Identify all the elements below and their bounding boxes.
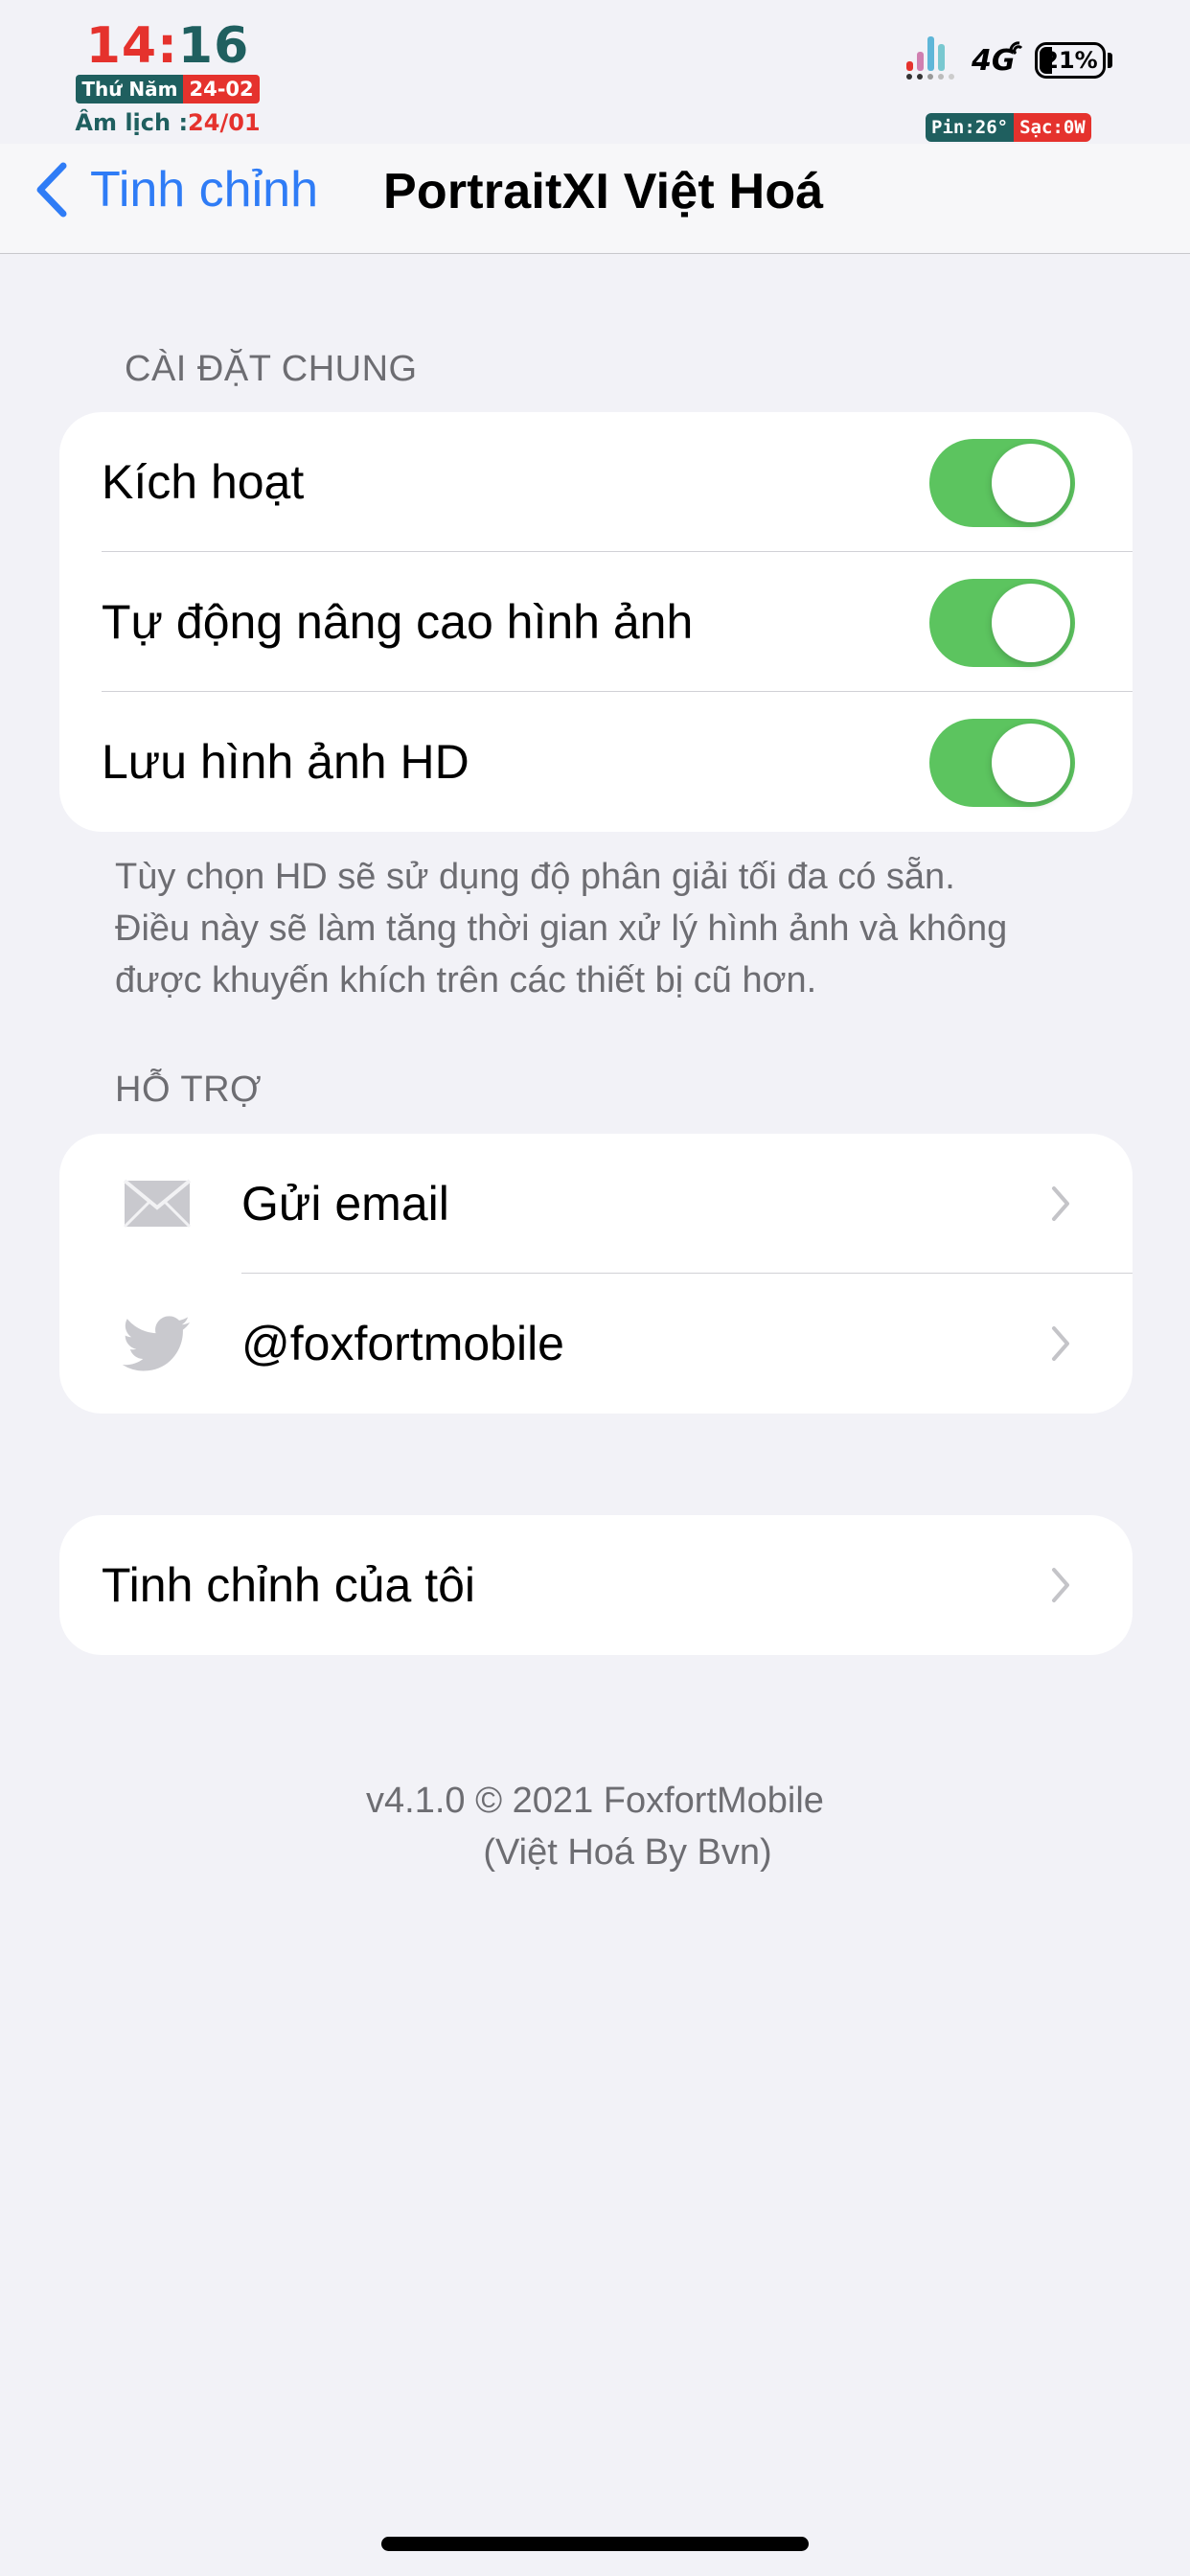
chevron-left-icon [36,162,67,218]
section-header-support: HỖ TRỢ [115,1070,263,1110]
battery-icon: 21% [1035,42,1106,79]
back-button-label: Tinh chỉnh [90,162,318,218]
clock-minute: 16 [177,17,250,75]
charging-power: Sạc:0W [1014,113,1091,142]
status-indicators: 4G 21% Pin:26° Sạc:0W [904,33,1134,142]
lunar-label: Âm lịch : [75,109,189,136]
navigation-bar: Tinh chỉnh PortraitXI Việt Hoá [0,144,1190,254]
screen: 14:16 Thứ Năm 24-02 Âm lịch :24/01 4G 21… [0,0,1190,2576]
battery-temperature: Pin:26° [926,113,1015,142]
toggle-knob [992,724,1070,802]
my-tweaks-row[interactable]: Tinh chỉnh của tôi [59,1515,1133,1655]
send-email-label: Gửi email [241,1177,449,1230]
note-line: được khuyến khích trên các thiết bị cũ h… [115,960,817,1000]
chevron-right-icon [1052,1568,1069,1602]
setting-row-enable: Kích hoạt [59,412,1133,552]
section-header-general: CÀI ĐẶT CHUNG [125,349,418,389]
home-indicator[interactable] [381,2537,809,2551]
hd-option-note: Tùy chọn HD sẽ sử dụng độ phân giải tối … [115,851,1073,1006]
lunar-value: 24/01 [188,109,261,136]
page-title: PortraitXI Việt Hoá [383,164,824,219]
battery-tip [1108,53,1112,68]
twitter-icon [123,1316,190,1371]
support-group: Gửi email @foxfortmobile [59,1134,1133,1414]
note-line: Tùy chọn HD sẽ sử dụng độ phân giải tối … [115,857,955,897]
weekday: Thứ Năm [76,75,184,104]
auto-enhance-toggle[interactable] [929,579,1075,667]
day-month: 24-02 [183,75,260,104]
toggle-knob [992,584,1070,662]
my-tweaks-group: Tinh chỉnh của tôi [59,1515,1133,1655]
save-hd-toggle[interactable] [929,719,1075,807]
setting-label: Tự động nâng cao hình ảnh [102,595,694,649]
send-email-row[interactable]: Gửi email [59,1134,1133,1274]
status-bar: 14:16 Thứ Năm 24-02 Âm lịch :24/01 4G 21… [0,0,1190,144]
twitter-row[interactable]: @foxfortmobile [59,1274,1133,1414]
setting-label: Lưu hình ảnh HD [102,735,469,789]
version-text: v4.1.0 © 2021 FoxfortMobile [366,1781,824,1821]
note-line: Điều này sẽ làm tăng thời gian xử lý hìn… [115,908,1008,949]
enable-toggle[interactable] [929,439,1075,527]
chevron-right-icon [1052,1326,1069,1361]
battery-percent: 21% [1042,47,1098,74]
clock-separator: : [157,17,178,75]
setting-row-save-hd: Lưu hình ảnh HD [59,692,1133,832]
signal-strength-icon [906,36,954,80]
localization-credit: (Việt Hoá By Bvn) [483,1832,772,1873]
setting-row-auto-enhance: Tự động nâng cao hình ảnh [59,552,1133,692]
clock-widget: 14:16 Thứ Năm 24-02 Âm lịch :24/01 [67,19,268,136]
general-settings-group: Kích hoạt Tự động nâng cao hình ảnh Lưu … [59,412,1133,832]
twitter-handle-label: @foxfortmobile [241,1317,564,1370]
signal-arc-icon [1009,41,1023,56]
back-button[interactable]: Tinh chỉnh [33,157,318,222]
setting-label: Kích hoạt [102,455,305,509]
battery-info-chip: Pin:26° Sạc:0W [926,113,1091,142]
chevron-right-icon [1052,1186,1069,1221]
my-tweaks-label: Tinh chỉnh của tôi [102,1558,476,1612]
date-chip: Thứ Năm 24-02 [76,75,260,104]
toggle-knob [992,444,1070,522]
lunar-date: Âm lịch :24/01 [67,109,268,136]
clock-hour: 14 [85,17,158,75]
clock-time: 14:16 [67,19,268,73]
mail-icon [123,1179,192,1229]
